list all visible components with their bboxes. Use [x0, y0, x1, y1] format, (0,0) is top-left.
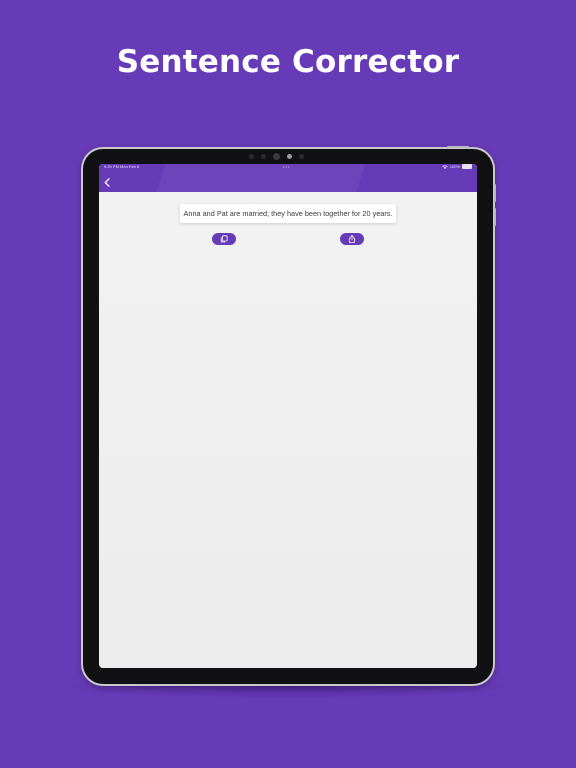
sensor-dot: [249, 154, 254, 159]
chevron-left-icon: [104, 177, 110, 187]
sensor-dot: [287, 154, 292, 159]
nav-bar-sheen: [149, 164, 369, 192]
app-store-screenshot: Sentence Corrector 9:29 PM Mon Feb 6 • •…: [0, 0, 576, 768]
share-icon: [349, 235, 355, 243]
ipad-screen: 9:29 PM Mon Feb 6 • • • 100% Anna and Pa…: [99, 164, 477, 668]
back-button[interactable]: [101, 176, 113, 188]
corrected-sentence-text: Anna and Pat are married; they have been…: [183, 209, 393, 218]
battery-icon: [462, 164, 472, 169]
multitasking-dots[interactable]: • • •: [283, 164, 289, 169]
status-indicators: 100%: [442, 164, 472, 169]
status-time-date: 9:29 PM Mon Feb 6: [104, 164, 140, 169]
main-content: Anna and Pat are married; they have been…: [99, 192, 477, 668]
navigation-bar: 9:29 PM Mon Feb 6 • • • 100%: [99, 164, 477, 192]
copy-button[interactable]: [212, 233, 236, 245]
battery-percent: 100%: [449, 164, 460, 169]
sensor-dot: [299, 154, 304, 159]
wifi-icon: [442, 164, 448, 169]
volume-down-button: [494, 208, 496, 226]
headline-title: Sentence Corrector: [116, 44, 460, 80]
volume-up-button: [494, 184, 496, 202]
sensor-dot: [261, 154, 266, 159]
corrected-sentence-card: Anna and Pat are married; they have been…: [180, 204, 396, 223]
camera-lens: [273, 153, 280, 160]
top-button: [447, 146, 469, 148]
share-button[interactable]: [340, 233, 364, 245]
copy-icon: [220, 235, 228, 243]
